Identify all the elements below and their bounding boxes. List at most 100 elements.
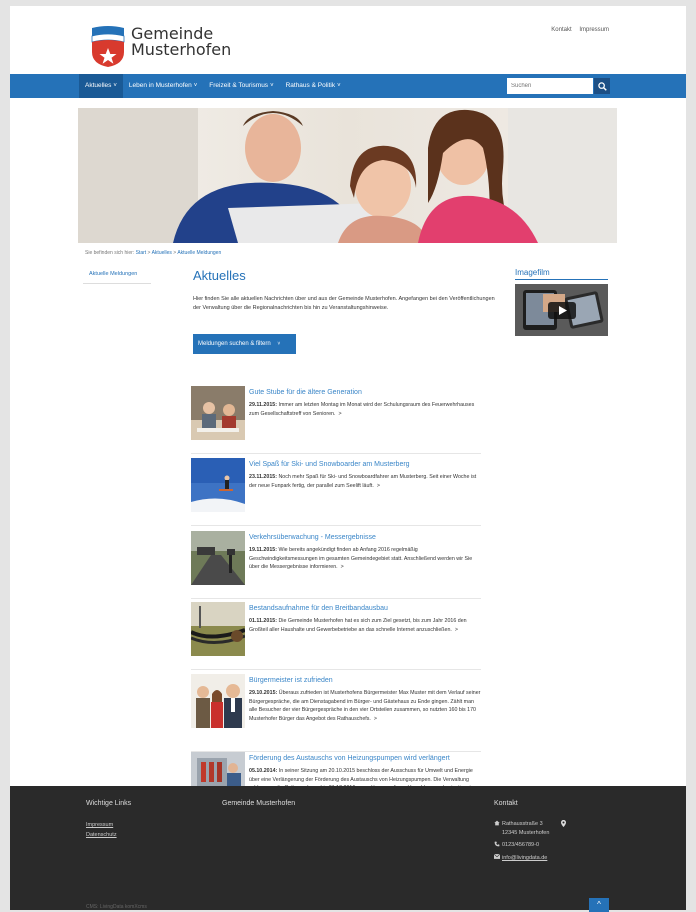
news-item[interactable]: Bürgermeister ist zufrieden 29.10.2015: … — [191, 674, 481, 752]
read-more-link[interactable]: > — [374, 716, 377, 722]
nav-item-label: Leben in Musterhofen — [128, 82, 192, 89]
address-line1: Rathausstraße 3 — [502, 821, 543, 827]
news-date: 05.10.2014: — [249, 768, 278, 774]
read-more-link[interactable]: > — [377, 483, 380, 489]
news-item[interactable]: Bestandsaufnahme für den Breitbandausbau… — [191, 602, 481, 670]
email-row: info@livingdata.de — [493, 853, 566, 863]
search-icon — [597, 81, 607, 91]
news-photo-seniors — [191, 386, 245, 440]
chevron-down-icon: ˅ — [337, 83, 341, 89]
phone-row: 0123/456789-0 — [494, 841, 566, 851]
news-title[interactable]: Gute Stube für die ältere Generation — [249, 389, 362, 396]
news-teaser: 19.11.2015: Wie bereits angekündigt find… — [249, 546, 481, 572]
crest-icon — [91, 26, 125, 67]
news-teaser: 23.11.2015: Noch mehr Spaß für Ski- und … — [249, 473, 481, 490]
intro-text: Hier finden Sie alle aktuellen Nachricht… — [193, 296, 495, 311]
news-date: 29.11.2015: — [249, 402, 277, 408]
chevron-up-icon: ^ — [597, 900, 601, 909]
news-thumbnail[interactable] — [191, 458, 245, 512]
news-date: 01.11.2015: — [249, 618, 277, 624]
chevron-down-icon: ˅ — [277, 341, 281, 347]
breadcrumb-start[interactable]: Start — [136, 250, 147, 256]
home-icon — [494, 820, 502, 830]
address: Rathausstraße 3 12345 Musterhofen — [502, 820, 549, 838]
family-photo — [78, 108, 617, 243]
breadcrumb-prefix: Sie befinden sich hier: — [85, 250, 135, 256]
news-photo-mayor — [191, 674, 245, 728]
news-title[interactable]: Bestandsaufnahme für den Breitbandausbau — [249, 605, 388, 612]
read-more-link[interactable]: > — [341, 564, 344, 570]
nav-item-aktuelles[interactable]: Aktuelles ˅ — [79, 74, 123, 98]
news-text: Wie bereits angekündigt finden ab Anfang… — [249, 547, 473, 570]
chevron-down-icon: ˅ — [270, 83, 274, 89]
news-date: 29.10.2015: — [249, 690, 278, 696]
footer-heading-links: Wichtige Links — [86, 800, 132, 807]
imagefilm-heading: Imagefilm — [515, 268, 608, 280]
sidebar-item-aktuelle-meldungen[interactable]: Aktuelle Meldungen — [89, 271, 151, 277]
phone-icon — [494, 841, 502, 851]
chevron-down-icon: ˅ — [113, 83, 117, 89]
news-text: Noch mehr Spaß für Ski- und Snowboardfah… — [249, 474, 477, 489]
news-date: 23.11.2015: — [249, 474, 277, 480]
filter-news-button-label: Meldungen suchen & filtern — [198, 341, 271, 347]
page: Gemeinde Musterhofen Kontakt Impressum A… — [10, 6, 686, 912]
chevron-down-icon: ˅ — [193, 83, 198, 89]
news-date: 19.11.2015: — [249, 547, 277, 553]
nav-item-label: Aktuelles — [85, 82, 112, 89]
footer-link-datenschutz[interactable]: Datenschutz — [86, 830, 117, 840]
nav-item-freizeit[interactable]: Freizeit & Tourismus ˅ — [203, 74, 279, 98]
toplink-impressum[interactable]: Impressum — [579, 27, 609, 33]
site-footer: Wichtige Links Gemeinde Musterhofen Kont… — [10, 786, 686, 912]
news-thumbnail[interactable] — [191, 602, 245, 656]
phone-number[interactable]: 0123/456789-0 — [502, 841, 539, 850]
news-text: Überaus zufrieden ist Musterhofens Bürge… — [249, 690, 481, 722]
news-thumbnail[interactable] — [191, 674, 245, 728]
footer-heading-gemeinde: Gemeinde Musterhofen — [222, 800, 296, 807]
read-more-link[interactable]: > — [455, 627, 458, 633]
breadcrumb-aktuelles[interactable]: Aktuelles — [152, 250, 172, 256]
main-nav: Aktuelles ˅ Leben in Musterhofen ˅ Freizei… — [10, 74, 686, 98]
nav-item-label: Rathaus & Politik — [285, 82, 336, 89]
news-title[interactable]: Bürgermeister ist zufrieden — [249, 677, 333, 684]
toplink-kontakt[interactable]: Kontakt — [551, 27, 571, 33]
page-title: Aktuelles — [193, 268, 246, 283]
news-item[interactable]: Gute Stube für die ältere Generation 29.… — [191, 386, 481, 454]
site-name: Gemeinde Musterhofen — [131, 26, 231, 58]
address-line2: 12345 Musterhofen — [502, 830, 550, 836]
filter-news-button[interactable]: Meldungen suchen & filtern ˅ — [193, 334, 296, 354]
news-title[interactable]: Viel Spaß für Ski- und Snowboarder am Mu… — [249, 461, 410, 468]
hero-image — [78, 108, 617, 243]
news-text: Immer am letzten Montag im Monat wird de… — [249, 402, 475, 417]
nav-item-label: Freizeit & Tourismus — [209, 82, 269, 89]
news-teaser: 29.10.2015: Überaus zufrieden ist Muster… — [249, 689, 481, 723]
footer-contact: Rathausstraße 3 12345 Musterhofen 0123/45… — [493, 820, 567, 866]
news-photo-snowboard — [191, 458, 245, 512]
sidebar-nav: Aktuelle Meldungen — [83, 268, 151, 284]
site-logo[interactable]: Gemeinde Musterhofen — [88, 26, 231, 68]
search-input[interactable] — [507, 78, 593, 94]
breadcrumb-aktuelle-meldungen[interactable]: Aktuelle Meldungen — [177, 250, 221, 256]
news-title[interactable]: Verkehrsüberwachung - Messergebnisse — [249, 534, 376, 541]
footer-link-impressum[interactable]: Impressum — [86, 820, 117, 830]
search-button[interactable] — [594, 78, 610, 94]
news-thumbnail[interactable] — [191, 386, 245, 440]
news-title[interactable]: Förderung des Austauschs von Heizungspum… — [249, 755, 450, 762]
news-item[interactable]: Verkehrsüberwachung - Messergebnisse 19.… — [191, 531, 481, 599]
mail-icon — [493, 853, 502, 863]
breadcrumb-separator: > — [173, 250, 177, 256]
map-pin-icon[interactable] — [561, 820, 567, 831]
imagefilm-video[interactable] — [515, 284, 608, 336]
site-name-line2: Musterhofen — [131, 40, 232, 59]
news-photo-traffic — [191, 531, 245, 585]
news-thumbnail[interactable] — [191, 531, 245, 585]
nav-item-leben[interactable]: Leben in Musterhofen ˅ — [123, 74, 203, 98]
email-link[interactable]: info@livingdata.de — [502, 854, 547, 863]
news-teaser: 29.11.2015: Immer am letzten Montag im M… — [249, 401, 481, 418]
video-thumbnail — [515, 284, 608, 336]
news-text: Die Gemeinde Musterhofen hat es sich zum… — [249, 618, 467, 633]
read-more-link[interactable]: > — [338, 411, 341, 417]
news-item[interactable]: Viel Spaß für Ski- und Snowboarder am Mu… — [191, 458, 481, 526]
nav-item-rathaus[interactable]: Rathaus & Politik ˅ — [280, 74, 347, 98]
cms-credit: CMS: LivingData komXcms — [86, 904, 147, 910]
top-links: Kontakt Impressum — [545, 27, 609, 33]
